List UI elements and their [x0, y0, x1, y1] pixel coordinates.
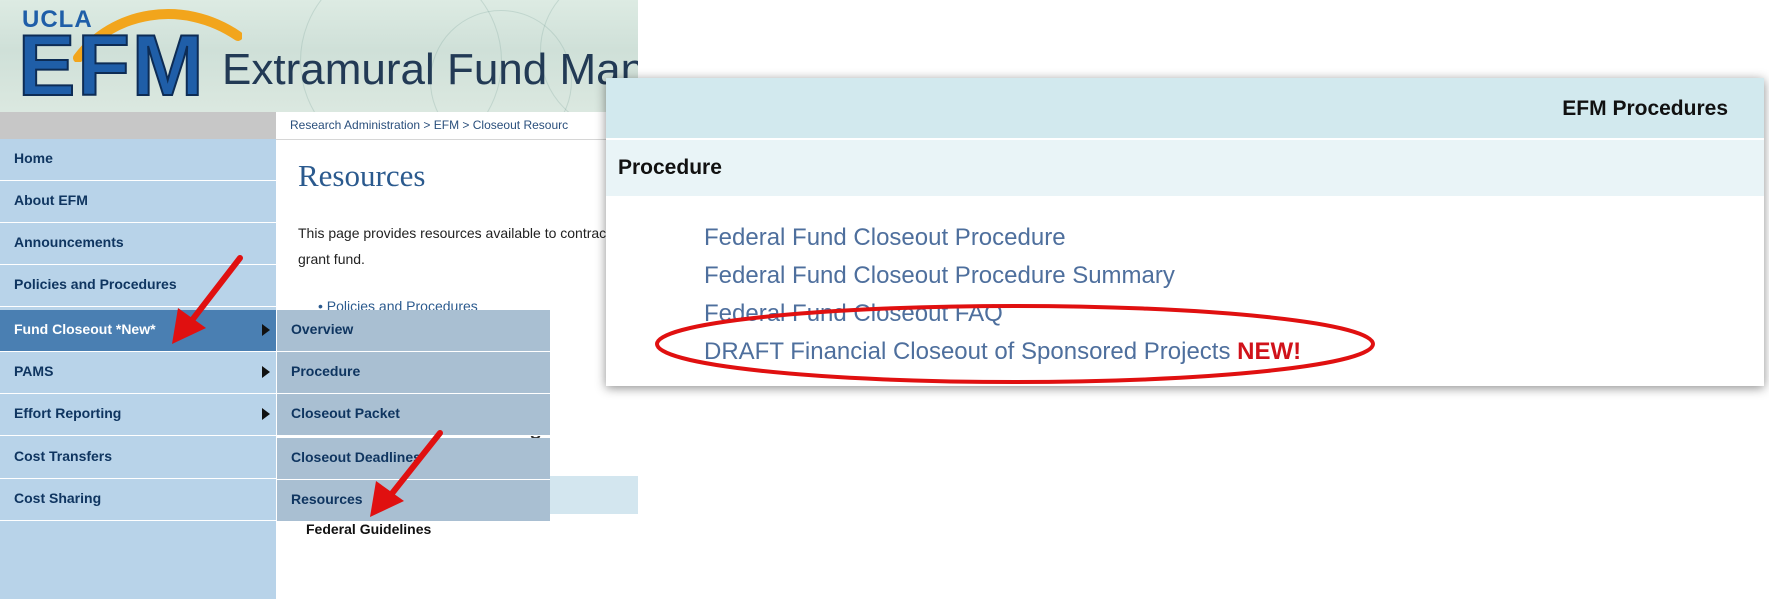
submenu-arrow-icon	[262, 408, 270, 420]
sidebar-filler	[0, 521, 276, 599]
sidebar-item-label: Fund Closeout *New*	[14, 321, 156, 337]
sidebar-item-label: Cost Transfers	[14, 448, 113, 464]
sidebar-item-label: Policies and Procedures	[14, 276, 177, 292]
sidebar-nav: Home About EFM Announcements Policies an…	[0, 139, 276, 599]
link-label: Federal Fund Closeout Procedure Summary	[704, 262, 1175, 289]
sidebar-item-label: About EFM	[14, 192, 88, 208]
submenu-item-label: Closeout Packet	[291, 405, 400, 421]
procedure-section-bar	[606, 140, 1764, 196]
submenu-arrow-icon	[262, 366, 270, 378]
sidebar-item-cost-transfers[interactable]: Cost Transfers	[0, 437, 276, 479]
procedure-heading: Procedure	[618, 156, 722, 179]
sidebar-item-pams[interactable]: PAMS	[0, 352, 276, 394]
efm-logo[interactable]: EFM	[17, 16, 206, 112]
link-label: Federal Fund Closeout Procedure	[704, 224, 1066, 251]
highlight-ellipse-annotation	[655, 304, 1375, 384]
sidebar-header	[0, 112, 276, 139]
submenu-item-label: Overview	[291, 321, 354, 337]
submenu-item-label: Procedure	[291, 363, 361, 379]
sidebar-item-label: PAMS	[14, 363, 54, 379]
site-title: Extramural Fund Management	[222, 45, 638, 94]
efm-website-screenshot: UCLA EFM Extramural Fund Management Rese…	[0, 0, 638, 599]
red-arrow-icon	[172, 255, 243, 344]
sidebar-item-home[interactable]: Home	[0, 139, 276, 181]
sidebar-item-label: Home	[14, 150, 53, 166]
sidebar-item-about-efm[interactable]: About EFM	[0, 181, 276, 223]
breadcrumb[interactable]: Research Administration > EFM > Closeout…	[290, 118, 568, 132]
link-closeout-procedure-summary[interactable]: Federal Fund Closeout Procedure Summary	[704, 262, 1175, 290]
site-banner: UCLA EFM Extramural Fund Management	[0, 0, 638, 112]
red-arrow-icon	[370, 430, 443, 517]
submenu-item-procedure[interactable]: Procedure	[277, 352, 550, 394]
sidebar-item-label: Announcements	[14, 234, 124, 250]
sidebar-item-label: Cost Sharing	[14, 490, 102, 506]
page-title: Resources	[298, 158, 426, 193]
content-section-band	[548, 476, 638, 514]
link-federal-fund-closeout-procedure[interactable]: Federal Fund Closeout Procedure	[704, 224, 1066, 252]
panel-title: EFM Procedures	[1562, 97, 1728, 120]
submenu-item-label: Resources	[291, 491, 363, 507]
page-intro: This page provides resources available t…	[298, 225, 638, 267]
submenu-arrow-icon	[262, 324, 270, 336]
sidebar-item-label: Effort Reporting	[14, 405, 122, 421]
sidebar-item-effort-reporting[interactable]: Effort Reporting	[0, 394, 276, 436]
sidebar-item-cost-sharing[interactable]: Cost Sharing	[0, 479, 276, 521]
submenu-item-overview[interactable]: Overview	[277, 310, 550, 352]
